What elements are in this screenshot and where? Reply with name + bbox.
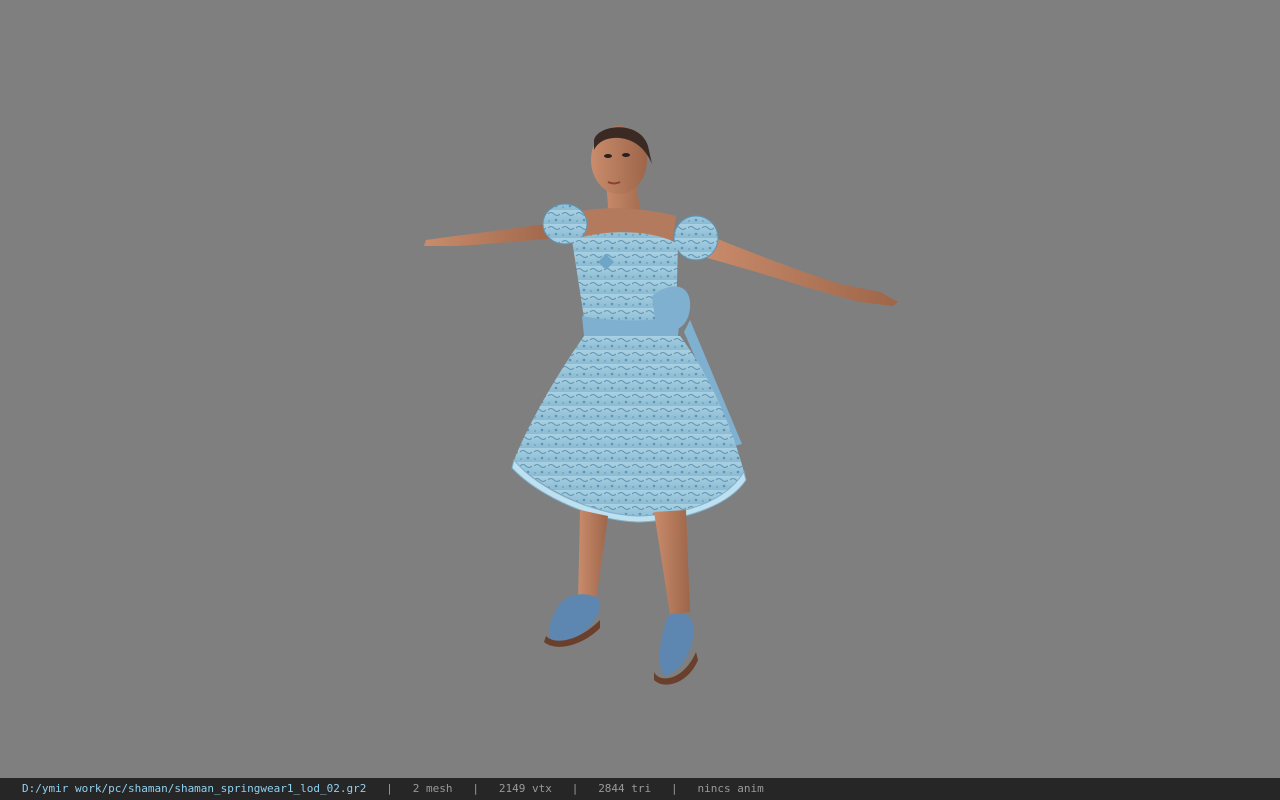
right-arm xyxy=(700,232,898,306)
triangle-count: 2844 tri xyxy=(598,782,652,795)
back-bow xyxy=(652,286,691,331)
right-leg xyxy=(654,510,690,614)
animation-status: nincs anim xyxy=(697,782,764,795)
left-eye xyxy=(604,154,612,158)
status-bar: D:/ymir work/pc/shaman/shaman_springwear… xyxy=(0,778,1280,800)
right-eye xyxy=(622,153,630,157)
separator: | xyxy=(452,782,499,795)
vertex-count: 2149 vtx xyxy=(498,782,552,795)
right-sleeve xyxy=(673,215,719,261)
3d-viewport[interactable] xyxy=(0,0,1280,778)
separator: | xyxy=(366,782,413,795)
left-arm xyxy=(424,222,560,246)
left-leg xyxy=(578,510,608,602)
mesh-count: 2 mesh xyxy=(412,782,453,795)
character-model xyxy=(424,126,898,685)
file-path: D:/ymir work/pc/shaman/shaman_springwear… xyxy=(22,782,367,795)
separator: | xyxy=(651,782,698,795)
separator: | xyxy=(551,782,599,795)
